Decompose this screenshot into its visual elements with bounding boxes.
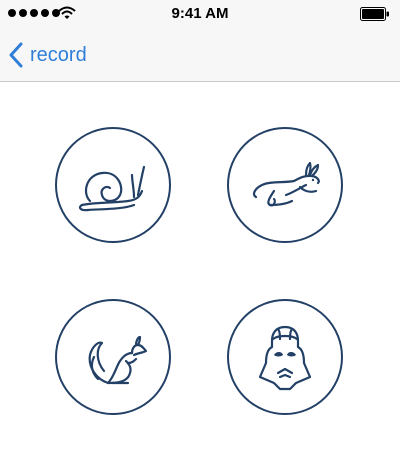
rabbit-icon [252, 161, 320, 207]
status-bar: 9:41 AM [0, 0, 400, 30]
rabbit-voice-button[interactable] [227, 127, 343, 243]
navigation-bar: record [0, 30, 400, 82]
record-effects-screen: 9:41 AM record [0, 0, 400, 451]
snail-icon [78, 165, 146, 212]
status-time: 9:41 AM [171, 5, 229, 22]
darth-vader-icon [258, 325, 312, 391]
back-label: record [30, 43, 87, 66]
battery-icon [360, 7, 389, 21]
squirrel-voice-button[interactable] [55, 299, 171, 415]
darth-vader-voice-button[interactable] [227, 299, 343, 415]
squirrel-icon [88, 335, 148, 385]
snail-voice-button[interactable] [55, 127, 171, 243]
back-button[interactable]: record [8, 38, 87, 72]
chevron-left-icon [9, 42, 23, 68]
